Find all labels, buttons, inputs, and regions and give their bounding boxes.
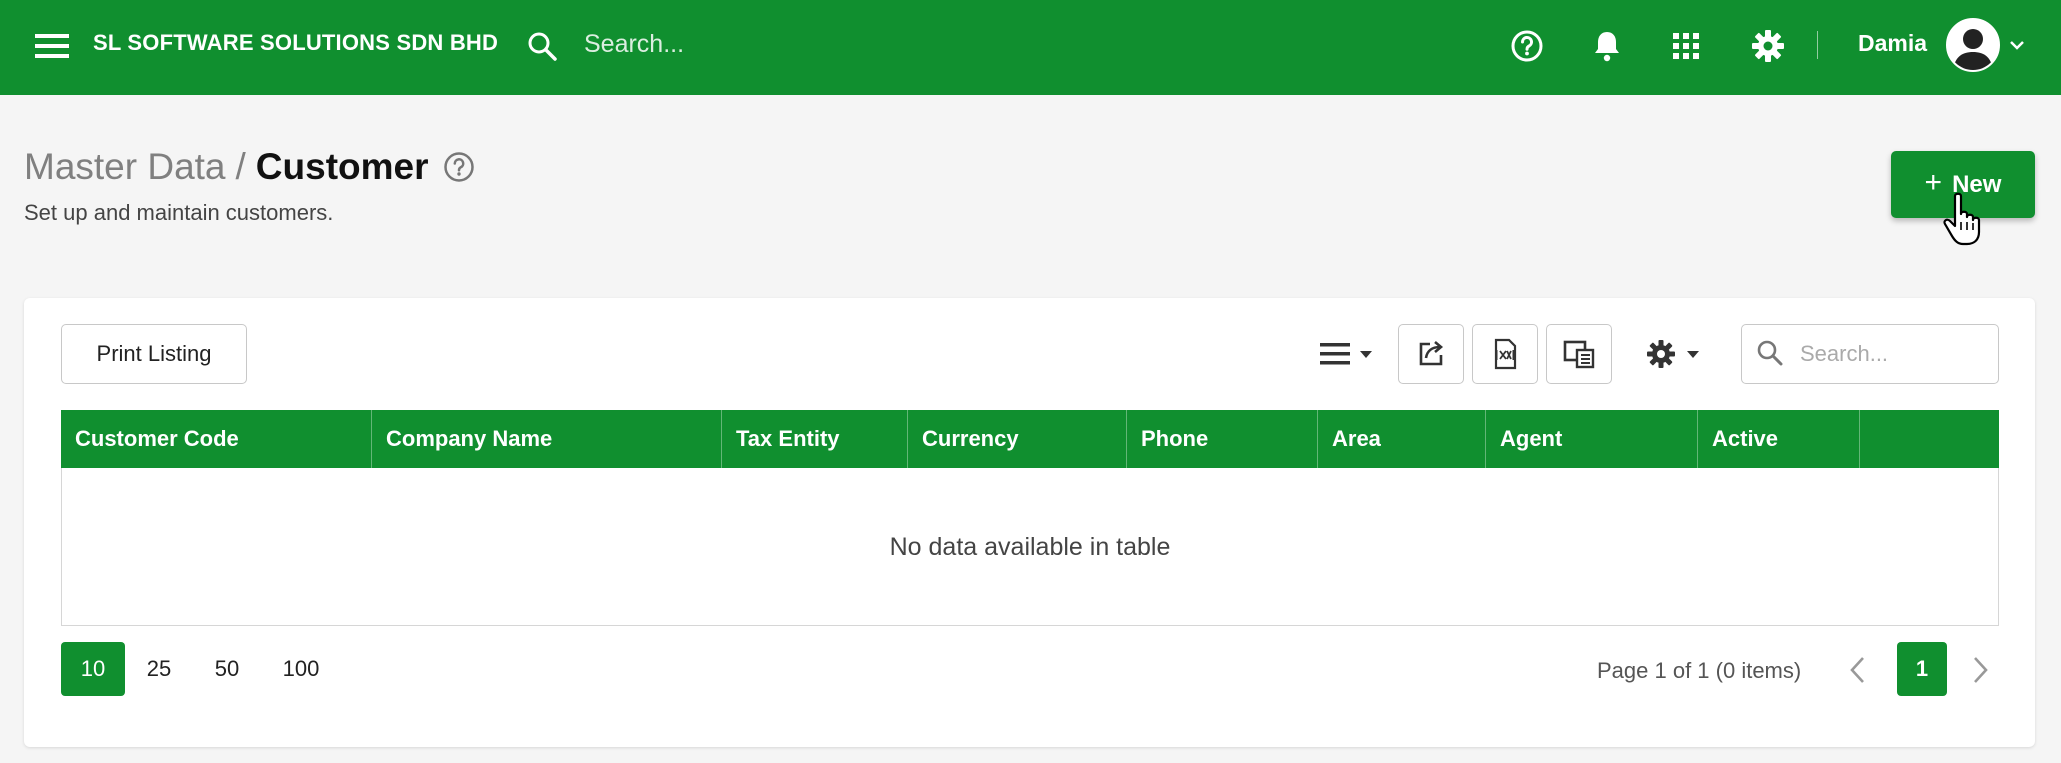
page-header: Master Data / Customer Set up and mainta… bbox=[24, 146, 475, 226]
help-circle-icon[interactable] bbox=[443, 151, 475, 183]
search-icon bbox=[1756, 339, 1786, 369]
export-icon[interactable] bbox=[1398, 324, 1464, 384]
column-header-tax-entity[interactable]: Tax Entity bbox=[722, 410, 908, 468]
chevron-left-icon[interactable] bbox=[1841, 648, 1875, 692]
page-subtitle: Set up and maintain customers. bbox=[24, 200, 334, 225]
column-header-customer-code[interactable]: Customer Code bbox=[61, 410, 372, 468]
column-chooser-icon[interactable] bbox=[1546, 324, 1612, 384]
plus-icon: + bbox=[1924, 166, 1943, 199]
table-header: Customer Code Company Name Tax Entity Cu… bbox=[61, 410, 1999, 468]
customer-list-card: Print Listing Customer Code Company Name… bbox=[24, 298, 2035, 747]
bell-icon[interactable] bbox=[1585, 24, 1629, 68]
table-search-input[interactable] bbox=[1800, 341, 1990, 367]
chevron-down-icon[interactable] bbox=[2008, 36, 2026, 54]
column-header-actions bbox=[1860, 410, 1999, 468]
column-header-active[interactable]: Active bbox=[1698, 410, 1860, 468]
help-icon[interactable] bbox=[1505, 24, 1549, 68]
page-size-selector: 10 25 50 100 bbox=[61, 642, 341, 696]
gear-icon[interactable] bbox=[1746, 24, 1790, 68]
column-header-agent[interactable]: Agent bbox=[1486, 410, 1698, 468]
column-header-company-name[interactable]: Company Name bbox=[372, 410, 722, 468]
apps-grid-icon[interactable] bbox=[1664, 24, 1708, 68]
column-header-currency[interactable]: Currency bbox=[908, 410, 1127, 468]
global-search-input[interactable] bbox=[584, 22, 984, 66]
page-size-10[interactable]: 10 bbox=[61, 642, 125, 696]
page-title: Customer bbox=[255, 146, 429, 187]
page-size-50[interactable]: 50 bbox=[193, 642, 261, 696]
search-icon[interactable] bbox=[524, 28, 560, 64]
page-size-100[interactable]: 100 bbox=[261, 642, 341, 696]
list-menu-icon[interactable] bbox=[1308, 324, 1388, 384]
hand-cursor-icon bbox=[1943, 192, 1983, 246]
breadcrumb: Master Data / Customer bbox=[24, 146, 475, 188]
table-search-box[interactable] bbox=[1741, 324, 1999, 384]
company-name[interactable]: SL SOFTWARE SOLUTIONS SDN BHD bbox=[93, 30, 498, 56]
page-size-25[interactable]: 25 bbox=[125, 642, 193, 696]
page-info: Page 1 of 1 (0 items) bbox=[1597, 658, 1802, 683]
xml-file-icon[interactable] bbox=[1472, 324, 1538, 384]
print-listing-button[interactable]: Print Listing bbox=[61, 324, 247, 384]
column-header-area[interactable]: Area bbox=[1318, 410, 1486, 468]
empty-table-message: No data available in table bbox=[889, 532, 1171, 561]
chevron-right-icon[interactable] bbox=[1963, 648, 1997, 692]
customer-table: Customer Code Company Name Tax Entity Cu… bbox=[61, 410, 1999, 626]
breadcrumb-parent[interactable]: Master Data bbox=[24, 146, 226, 188]
column-header-phone[interactable]: Phone bbox=[1127, 410, 1318, 468]
breadcrumb-separator: / bbox=[235, 146, 246, 187]
topbar-divider bbox=[1817, 31, 1818, 59]
page-button-1[interactable]: 1 bbox=[1897, 642, 1947, 696]
menu-icon[interactable] bbox=[34, 28, 70, 64]
username[interactable]: Damia bbox=[1858, 30, 1927, 57]
settings-gear-icon[interactable] bbox=[1636, 324, 1720, 384]
avatar[interactable] bbox=[1946, 18, 2000, 72]
top-bar: SL SOFTWARE SOLUTIONS SDN BHD Damia bbox=[0, 0, 2061, 95]
